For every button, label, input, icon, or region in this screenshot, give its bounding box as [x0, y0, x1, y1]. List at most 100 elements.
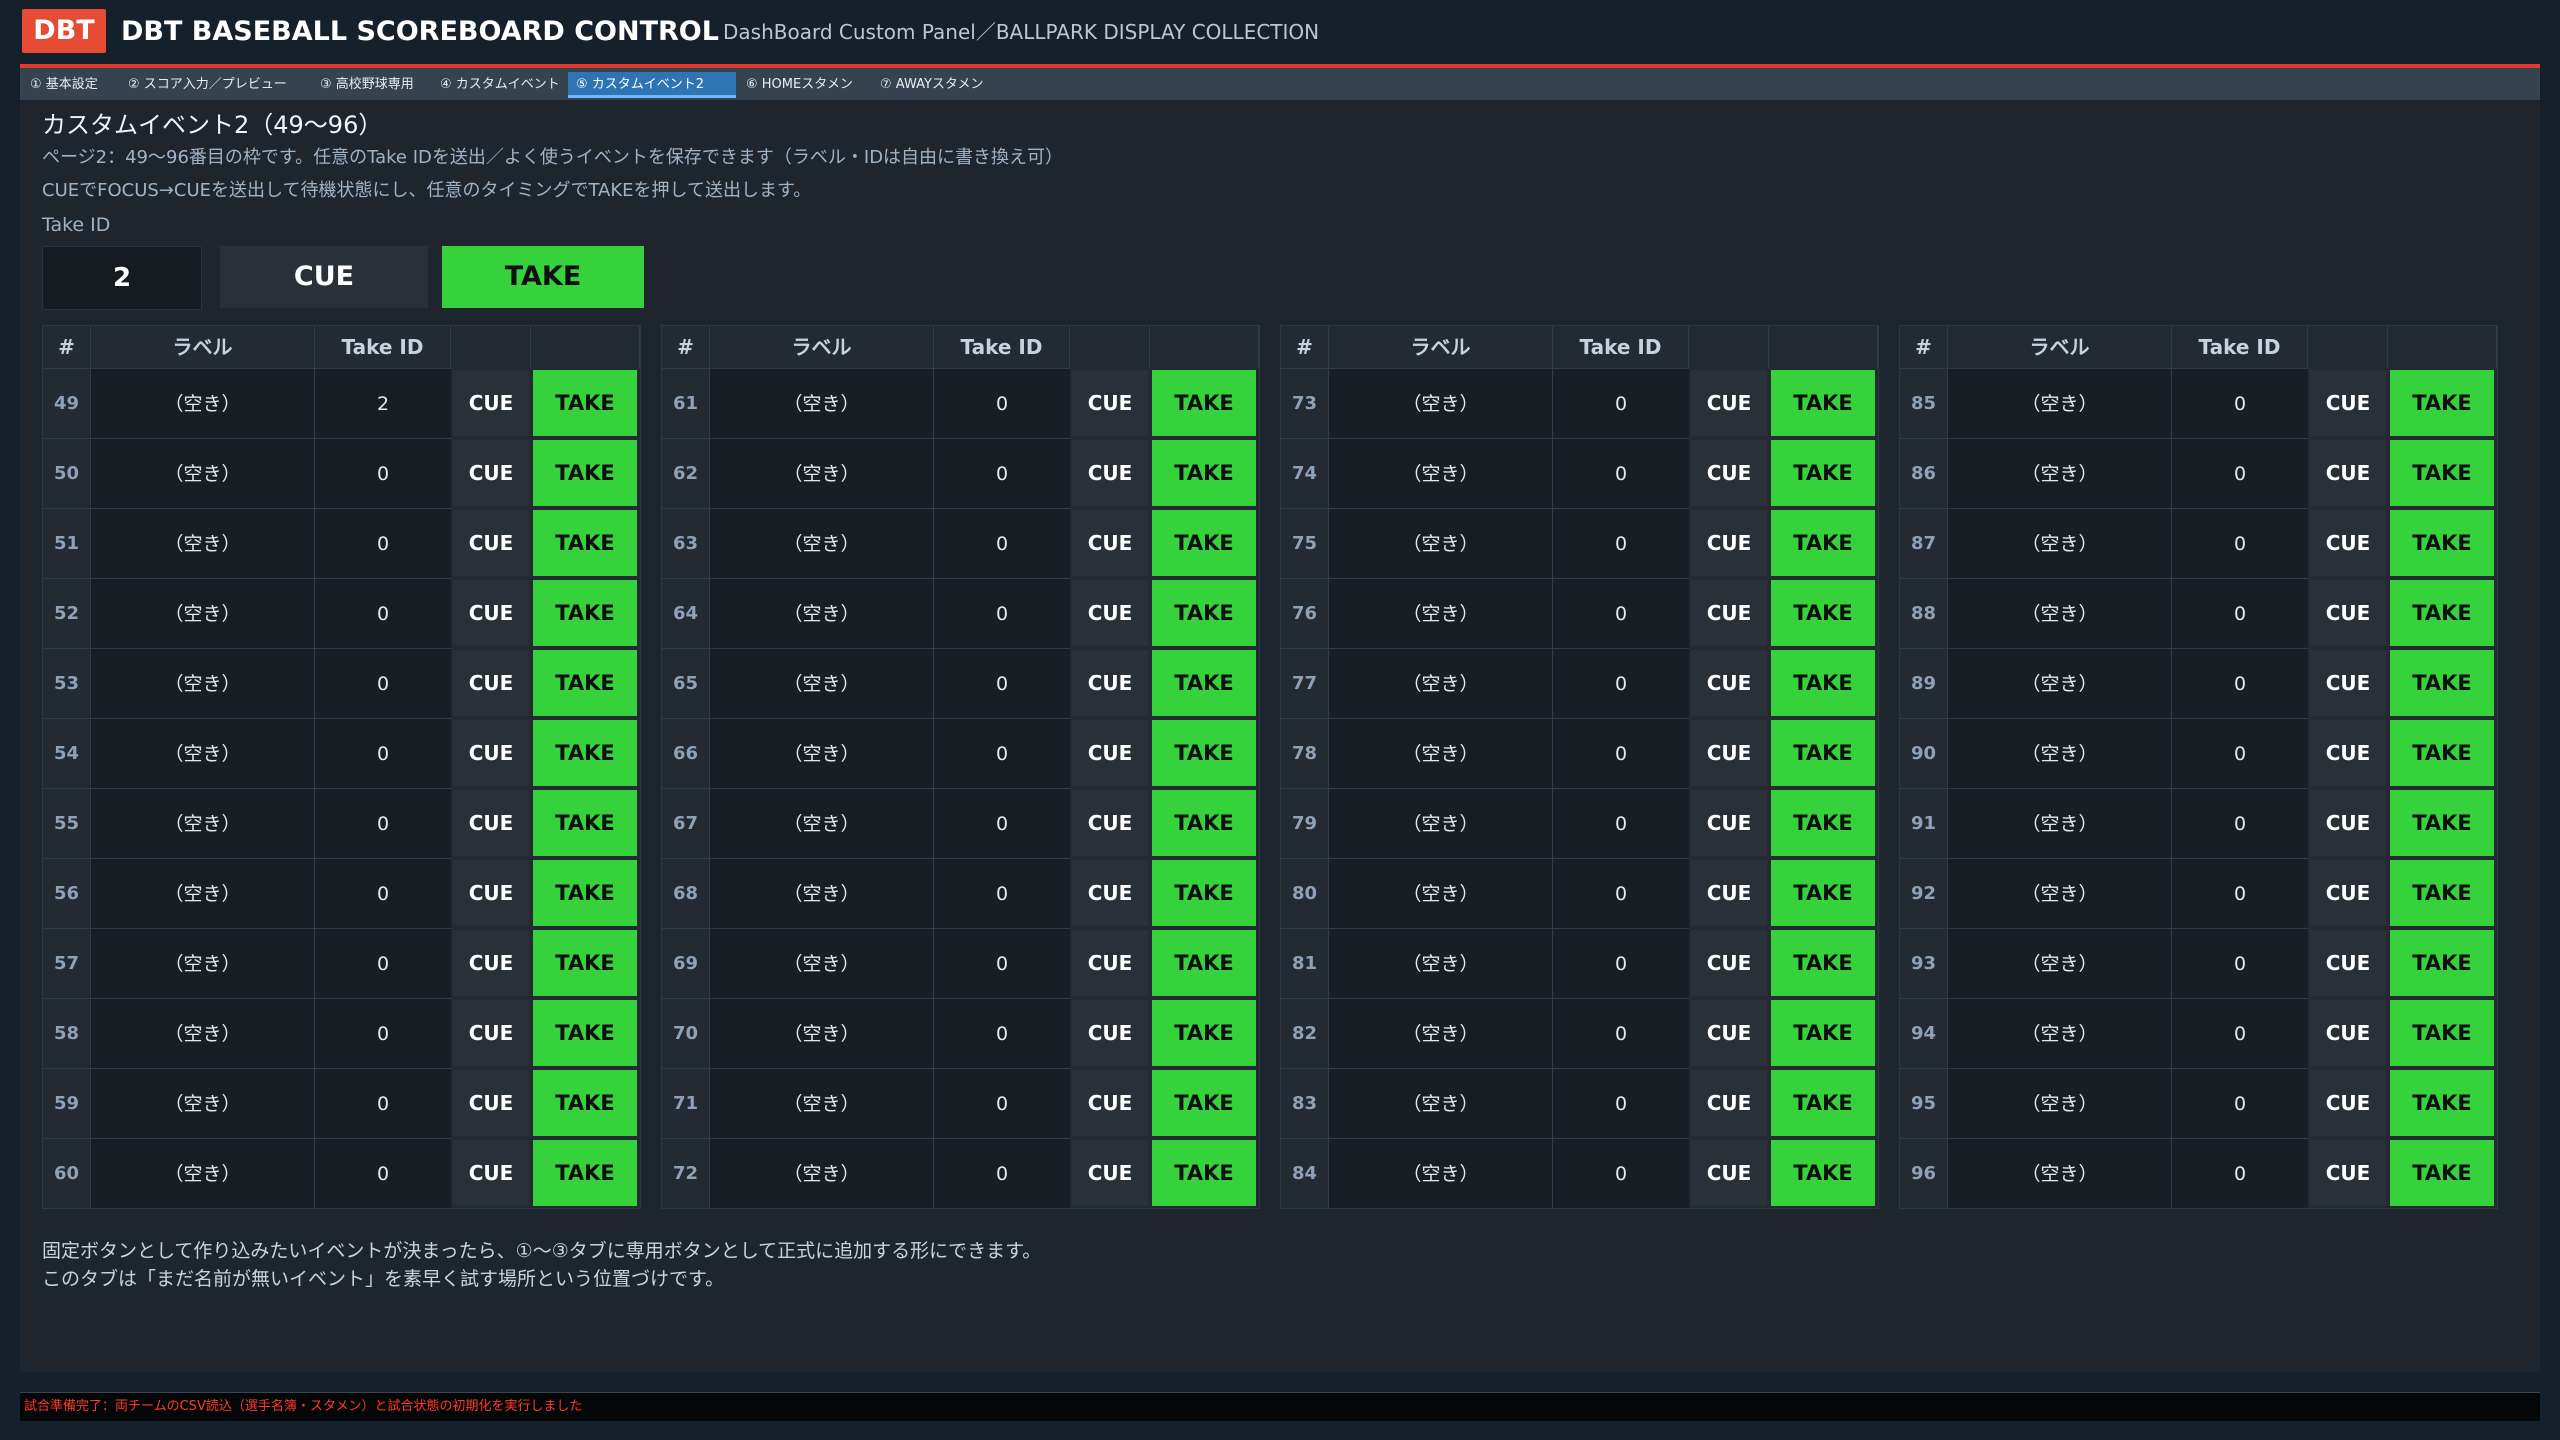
slot-take-id-input[interactable]: 0: [2172, 858, 2308, 928]
slot-cue-button[interactable]: CUE: [1691, 1140, 1767, 1206]
slot-take-id-input[interactable]: 0: [2172, 438, 2308, 508]
slot-take-button[interactable]: TAKE: [1152, 1000, 1256, 1066]
slot-take-button[interactable]: TAKE: [1152, 650, 1256, 716]
slot-take-button[interactable]: TAKE: [533, 1070, 637, 1136]
slot-cue-button[interactable]: CUE: [2310, 930, 2386, 996]
slot-take-id-input[interactable]: 0: [934, 788, 1070, 858]
slot-take-id-input[interactable]: 0: [315, 438, 451, 508]
slot-take-id-input[interactable]: 0: [934, 718, 1070, 788]
slot-cue-button[interactable]: CUE: [1691, 1000, 1767, 1066]
slot-cue-button[interactable]: CUE: [1072, 1000, 1148, 1066]
slot-cue-button[interactable]: CUE: [453, 1000, 529, 1066]
slot-label-input[interactable]: （空き）: [1948, 648, 2172, 718]
slot-take-button[interactable]: TAKE: [1771, 720, 1875, 786]
slot-cue-button[interactable]: CUE: [453, 440, 529, 506]
slot-label-input[interactable]: （空き）: [1329, 1068, 1553, 1138]
slot-take-button[interactable]: TAKE: [1771, 580, 1875, 646]
slot-take-button[interactable]: TAKE: [1771, 790, 1875, 856]
cue-button[interactable]: CUE: [220, 246, 428, 308]
slot-cue-button[interactable]: CUE: [1072, 720, 1148, 786]
slot-cue-button[interactable]: CUE: [453, 720, 529, 786]
slot-take-id-input[interactable]: 0: [934, 928, 1070, 998]
slot-take-button[interactable]: TAKE: [533, 440, 637, 506]
slot-take-id-input[interactable]: 0: [1553, 368, 1689, 438]
slot-label-input[interactable]: （空き）: [1329, 788, 1553, 858]
slot-cue-button[interactable]: CUE: [2310, 650, 2386, 716]
slot-take-button[interactable]: TAKE: [533, 790, 637, 856]
slot-take-id-input[interactable]: 0: [934, 1138, 1070, 1208]
slot-take-button[interactable]: TAKE: [1152, 930, 1256, 996]
slot-take-id-input[interactable]: 0: [934, 1068, 1070, 1138]
slot-cue-button[interactable]: CUE: [1072, 510, 1148, 576]
slot-take-id-input[interactable]: 0: [315, 578, 451, 648]
slot-label-input[interactable]: （空き）: [91, 508, 315, 578]
slot-take-id-input[interactable]: 0: [1553, 928, 1689, 998]
slot-take-button[interactable]: TAKE: [1152, 1140, 1256, 1206]
slot-label-input[interactable]: （空き）: [91, 1068, 315, 1138]
slot-label-input[interactable]: （空き）: [1329, 858, 1553, 928]
slot-cue-button[interactable]: CUE: [1072, 1140, 1148, 1206]
slot-cue-button[interactable]: CUE: [453, 580, 529, 646]
slot-label-input[interactable]: （空き）: [710, 648, 934, 718]
slot-take-id-input[interactable]: 0: [315, 928, 451, 998]
slot-take-button[interactable]: TAKE: [1152, 370, 1256, 436]
slot-label-input[interactable]: （空き）: [710, 1068, 934, 1138]
tab-5[interactable]: ⑤ カスタムイベント2: [568, 72, 736, 98]
slot-cue-button[interactable]: CUE: [1072, 790, 1148, 856]
slot-label-input[interactable]: （空き）: [1329, 998, 1553, 1068]
slot-take-button[interactable]: TAKE: [533, 720, 637, 786]
slot-take-button[interactable]: TAKE: [1152, 440, 1256, 506]
slot-take-button[interactable]: TAKE: [2390, 370, 2494, 436]
slot-take-id-input[interactable]: 0: [1553, 998, 1689, 1068]
slot-cue-button[interactable]: CUE: [1072, 440, 1148, 506]
slot-label-input[interactable]: （空き）: [91, 438, 315, 508]
slot-take-button[interactable]: TAKE: [2390, 580, 2494, 646]
slot-take-id-input[interactable]: 0: [315, 998, 451, 1068]
slot-take-id-input[interactable]: 0: [315, 858, 451, 928]
slot-take-button[interactable]: TAKE: [1771, 440, 1875, 506]
slot-take-button[interactable]: TAKE: [2390, 1070, 2494, 1136]
slot-take-id-input[interactable]: 0: [2172, 928, 2308, 998]
slot-take-button[interactable]: TAKE: [1771, 1140, 1875, 1206]
slot-label-input[interactable]: （空き）: [1948, 438, 2172, 508]
slot-take-button[interactable]: TAKE: [1771, 510, 1875, 576]
slot-take-button[interactable]: TAKE: [533, 370, 637, 436]
slot-cue-button[interactable]: CUE: [2310, 720, 2386, 786]
slot-take-button[interactable]: TAKE: [533, 650, 637, 716]
slot-take-button[interactable]: TAKE: [2390, 440, 2494, 506]
slot-cue-button[interactable]: CUE: [1691, 370, 1767, 436]
slot-take-id-input[interactable]: 0: [315, 508, 451, 578]
slot-label-input[interactable]: （空き）: [710, 718, 934, 788]
slot-cue-button[interactable]: CUE: [453, 510, 529, 576]
take-id-input[interactable]: 2: [42, 246, 202, 310]
slot-cue-button[interactable]: CUE: [453, 1140, 529, 1206]
slot-label-input[interactable]: （空き）: [1948, 998, 2172, 1068]
slot-take-id-input[interactable]: 0: [2172, 1068, 2308, 1138]
slot-label-input[interactable]: （空き）: [710, 788, 934, 858]
slot-cue-button[interactable]: CUE: [453, 930, 529, 996]
slot-cue-button[interactable]: CUE: [1691, 720, 1767, 786]
tab-7[interactable]: ⑦ AWAYスタメン: [872, 72, 996, 98]
slot-cue-button[interactable]: CUE: [1072, 580, 1148, 646]
slot-take-id-input[interactable]: 0: [934, 368, 1070, 438]
slot-cue-button[interactable]: CUE: [1691, 790, 1767, 856]
slot-cue-button[interactable]: CUE: [1691, 650, 1767, 716]
slot-take-button[interactable]: TAKE: [1771, 650, 1875, 716]
slot-take-button[interactable]: TAKE: [2390, 930, 2494, 996]
slot-take-button[interactable]: TAKE: [1152, 1070, 1256, 1136]
slot-cue-button[interactable]: CUE: [453, 370, 529, 436]
slot-take-button[interactable]: TAKE: [1152, 860, 1256, 926]
slot-take-id-input[interactable]: 0: [934, 508, 1070, 578]
slot-cue-button[interactable]: CUE: [453, 650, 529, 716]
slot-take-button[interactable]: TAKE: [1152, 580, 1256, 646]
slot-cue-button[interactable]: CUE: [2310, 1000, 2386, 1066]
slot-label-input[interactable]: （空き）: [91, 718, 315, 788]
slot-take-button[interactable]: TAKE: [2390, 720, 2494, 786]
slot-label-input[interactable]: （空き）: [91, 788, 315, 858]
slot-take-id-input[interactable]: 0: [1553, 788, 1689, 858]
slot-cue-button[interactable]: CUE: [1072, 1070, 1148, 1136]
tab-4[interactable]: ④ カスタムイベント: [432, 72, 564, 98]
take-button[interactable]: TAKE: [442, 246, 644, 308]
slot-cue-button[interactable]: CUE: [1072, 930, 1148, 996]
slot-label-input[interactable]: （空き）: [1948, 1138, 2172, 1208]
